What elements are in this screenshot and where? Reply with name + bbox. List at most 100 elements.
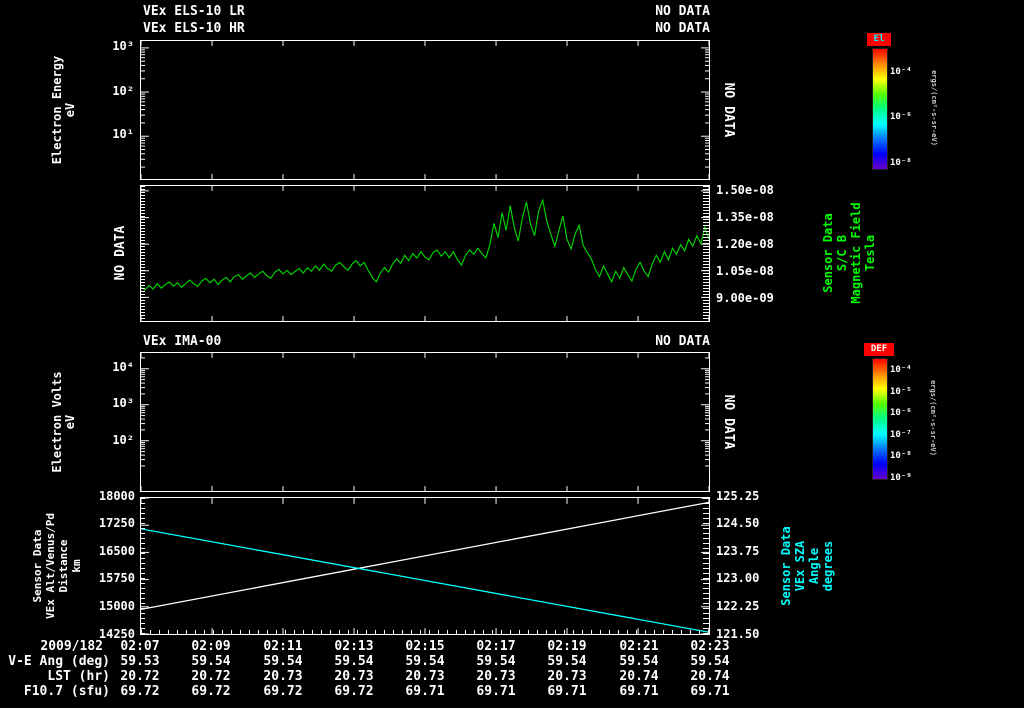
sza-ytick-2: 124.50	[716, 516, 760, 530]
sza-ytick-3: 123.75	[716, 544, 760, 558]
xtick-9: 02:23	[690, 639, 730, 654]
altitude-axis-title: Sensor Data VEx Alt/Venus/Pd Distance km	[31, 513, 83, 619]
altitude-trace	[141, 501, 709, 610]
alt-axis-title-line2: VEx Alt/Venus/Pd	[44, 513, 57, 619]
veang-value: 59.54	[263, 654, 303, 669]
f107-value: 69.71	[476, 684, 516, 699]
ima-y-axis-label: Electron Volts eV	[50, 371, 77, 472]
ima-spectrogram-panel	[140, 352, 710, 492]
mag-ytick-3: 1.20e-08	[716, 237, 774, 251]
f107-value: 69.71	[619, 684, 659, 699]
ima-colorbar-title: DEF	[870, 344, 888, 354]
ima-colorbar-units: ergs/(cm²-s-sr-eV)	[929, 380, 937, 456]
els-axis-ticks	[141, 41, 709, 179]
trajectory-panel	[140, 497, 710, 635]
ima-colorbar-tick-4: 10⁻⁷	[890, 430, 912, 440]
els-plot-area	[141, 41, 709, 179]
mag-axis-title-line3: Magnetic Field	[849, 202, 863, 304]
alt-ytick-3: 16500	[98, 544, 135, 558]
ima-no-data-label: NO DATA	[721, 394, 736, 450]
sza-axis-title-line2: VEx SZA	[793, 540, 807, 592]
f107-value: 69.71	[690, 684, 730, 699]
els-ytick-2: 10²	[112, 84, 134, 98]
alt-ytick-2: 17250	[98, 516, 135, 530]
alt-axis-title-line4: km	[70, 559, 83, 573]
ima-colorbar-tick-6: 10⁻⁹	[890, 473, 912, 483]
xtick-2: 02:09	[191, 639, 231, 654]
sza-ytick-4: 123.00	[716, 571, 760, 585]
sza-trace	[141, 528, 709, 633]
veang-value: 59.54	[619, 654, 659, 669]
lst-value: 20.72	[191, 669, 231, 684]
veang-value: 59.54	[476, 654, 516, 669]
lst-value: 20.73	[476, 669, 516, 684]
xtick-6: 02:17	[476, 639, 516, 654]
ima-colorbar-tick-3: 10⁻⁶	[890, 408, 912, 418]
els-colorbar-units: ergs/(cm²-s-sr-eV)	[930, 70, 938, 146]
f107-value: 69.72	[334, 684, 374, 699]
mag-ytick-4: 1.05e-08	[716, 264, 774, 278]
ima-y-axis-label-line2: eV	[63, 414, 77, 430]
xtick-1: 02:07	[120, 639, 160, 654]
mag-axis-title-line2: S/C B	[835, 234, 849, 272]
date-label: 2009/182	[40, 639, 103, 654]
magnetic-field-left-minor-ticks	[141, 186, 145, 321]
magnetic-field-right-minor-ticks	[703, 186, 709, 321]
ima-ytick-4: 10⁴	[112, 360, 134, 374]
veang-value: 59.54	[191, 654, 231, 669]
magnetic-field-plot-area	[141, 186, 709, 321]
ima-colorbar-tick-2: 10⁻⁵	[890, 387, 912, 397]
sza-axis-title-line1: Sensor Data	[779, 526, 793, 606]
mag-ytick-5: 9.00e-09	[716, 291, 774, 305]
lst-value: 20.73	[405, 669, 445, 684]
magnetic-field-no-data-label: NO DATA	[113, 225, 128, 281]
mag-ytick-2: 1.35e-08	[716, 210, 774, 224]
mag-axis-title-line4: Tesla	[863, 234, 877, 272]
ima-colorbar-tick-1: 10⁻⁴	[890, 365, 912, 375]
els-y-axis-label: Electron Energy eV	[50, 56, 77, 164]
alt-axis-title-line1: Sensor Data	[31, 529, 44, 603]
sza-ytick-1: 125.25	[716, 489, 760, 503]
veang-value: 59.53	[120, 654, 160, 669]
xtick-3: 02:11	[263, 639, 303, 654]
els-no-data-label: NO DATA	[721, 82, 736, 138]
veang-value: 59.54	[405, 654, 445, 669]
veang-value: 59.54	[547, 654, 587, 669]
els-hr-status: NO DATA	[655, 21, 710, 36]
ima-colorbar	[872, 358, 888, 480]
els-ytick-1: 10¹	[112, 127, 134, 141]
f107-value: 69.71	[547, 684, 587, 699]
els-colorbar-tick-3: 10⁻⁸	[890, 158, 912, 168]
ima-plot-area	[141, 353, 709, 491]
ima-status: NO DATA	[655, 334, 710, 349]
sza-axis-title-line3: Angle	[807, 547, 821, 585]
mag-ytick-1: 1.50e-08	[716, 183, 774, 197]
magnetic-field-trace	[141, 198, 709, 291]
els-colorbar-title: El	[873, 34, 885, 44]
table-row-label-lst: LST (hr)	[47, 669, 110, 684]
lst-value: 20.74	[690, 669, 730, 684]
table-row-label-veang: V-E Ang (deg)	[8, 654, 110, 669]
xtick-4: 02:13	[334, 639, 374, 654]
els-spectrogram-panel	[140, 40, 710, 180]
trajectory-bottom-minor-ticks	[141, 630, 709, 634]
panel-title-els-lr: VEx ELS-10 LR	[143, 4, 245, 19]
els-colorbar-tick-1: 10⁻⁴	[890, 67, 912, 77]
els-lr-status: NO DATA	[655, 4, 710, 19]
lst-value: 20.72	[120, 669, 160, 684]
trajectory-left-minor-ticks	[141, 498, 145, 634]
alt-ytick-4: 15750	[98, 571, 135, 585]
f107-value: 69.72	[263, 684, 303, 699]
magnetic-field-panel	[140, 185, 710, 322]
sza-axis-title: Sensor Data VEx SZA Angle degrees	[779, 526, 835, 605]
els-colorbar-tick-2: 10⁻⁶	[890, 112, 912, 122]
f107-value: 69.71	[405, 684, 445, 699]
lst-value: 20.74	[619, 669, 659, 684]
els-y-axis-label-line2: eV	[63, 102, 77, 118]
lst-value: 20.73	[547, 669, 587, 684]
ima-colorbar-title-chip: DEF	[864, 343, 894, 356]
veang-value: 59.54	[690, 654, 730, 669]
magnetic-field-axis-title: Sensor Data S/C B Magnetic Field Tesla	[821, 202, 877, 303]
ima-colorbar-tick-5: 10⁻⁸	[890, 451, 912, 461]
panel-title-els-hr: VEx ELS-10 HR	[143, 21, 245, 36]
